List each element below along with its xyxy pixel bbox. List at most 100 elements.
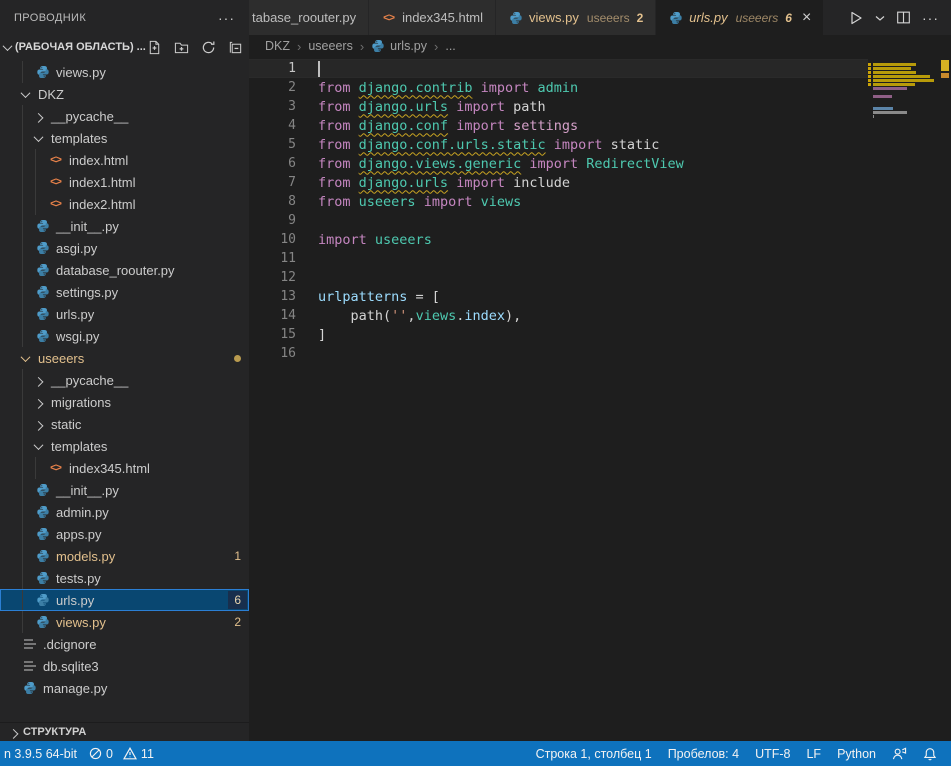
tree-item-__pycache__[interactable]: __pycache__ — [0, 105, 249, 127]
tree-item-index345.html[interactable]: <>index345.html — [0, 457, 249, 479]
tree-item-DKZ[interactable]: DKZ — [0, 83, 249, 105]
tree-item-__init__.py[interactable]: __init__.py — [0, 479, 249, 501]
tab-index345.html[interactable]: <>index345.html — [369, 0, 495, 35]
tree-item-apps.py[interactable]: apps.py — [0, 523, 249, 545]
chevron-down-icon — [3, 41, 13, 51]
tree-item-label: templates — [51, 439, 107, 454]
html-file-icon: <> — [48, 461, 63, 476]
minimap-line — [868, 87, 938, 90]
notifications-bell-icon[interactable] — [917, 741, 943, 766]
code-line-13[interactable]: 13urlpatterns = [ — [249, 287, 868, 306]
tree-item-views.py[interactable]: views.py2 — [0, 611, 249, 633]
tree-item-templates[interactable]: templates — [0, 127, 249, 149]
tab-tabase_roouter.py[interactable]: tabase_roouter.py — [249, 0, 368, 35]
python-file-icon — [508, 10, 523, 25]
tree-item-urls.py[interactable]: urls.py — [0, 303, 249, 325]
breadcrumb-label: urls.py — [390, 39, 427, 53]
tree-item-admin.py[interactable]: admin.py — [0, 501, 249, 523]
code-line-8[interactable]: 8from useeers import views — [249, 192, 868, 211]
close-icon[interactable]: × — [802, 10, 811, 26]
tree-item-index2.html[interactable]: <>index2.html — [0, 193, 249, 215]
indentation-status[interactable]: Пробелов: 4 — [662, 741, 745, 766]
tree-item-views.py[interactable]: views.py — [0, 61, 249, 83]
feedback-icon[interactable] — [886, 741, 913, 766]
line-number: 13 — [249, 289, 296, 304]
python-file-icon — [35, 329, 50, 344]
code-line-7[interactable]: 7from django.urls import include — [249, 173, 868, 192]
tree-item-database_roouter.py[interactable]: database_roouter.py — [0, 259, 249, 281]
chevron-down-icon — [35, 443, 51, 450]
tree-item-__pycache__[interactable]: __pycache__ — [0, 369, 249, 391]
tree-item-wsgi.py[interactable]: wsgi.py — [0, 325, 249, 347]
run-dropdown-chevron-icon[interactable] — [873, 12, 887, 24]
breadcrumb-item-useeers[interactable]: useeers — [308, 39, 352, 53]
run-button[interactable] — [846, 8, 866, 28]
outline-section-header[interactable]: СТРУКТУРА — [0, 722, 249, 741]
problems-status[interactable]: 0 11 — [83, 741, 160, 766]
indent-guide — [22, 149, 35, 171]
code-line-10[interactable]: 10import useeers — [249, 230, 868, 249]
tab-views.py[interactable]: views.pyuseeers2 — [496, 0, 655, 35]
eol-status[interactable]: LF — [800, 741, 827, 766]
tree-item-__init__.py[interactable]: __init__.py — [0, 215, 249, 237]
file-icon — [22, 659, 37, 674]
tree-item-settings.py[interactable]: settings.py — [0, 281, 249, 303]
line-text: from django.views.generic import Redirec… — [318, 156, 684, 172]
code-line-5[interactable]: 5from django.conf.urls.static import sta… — [249, 135, 868, 154]
tree-item-migrations[interactable]: migrations — [0, 391, 249, 413]
tree-item-label: models.py — [56, 549, 115, 564]
explorer-more-actions-icon[interactable]: ··· — [218, 10, 235, 26]
breadcrumb-item-urls.py[interactable]: urls.py — [371, 39, 427, 53]
more-actions-icon[interactable]: ··· — [920, 8, 941, 28]
encoding-status[interactable]: UTF-8 — [749, 741, 796, 766]
tab-urls.py[interactable]: urls.pyuseeers6× — [656, 0, 823, 35]
python-file-icon — [35, 285, 50, 300]
tree-item-models.py[interactable]: models.py1 — [0, 545, 249, 567]
code-line-12[interactable]: 12 — [249, 268, 868, 287]
tree-item-index1.html[interactable]: <>index1.html — [0, 171, 249, 193]
code-line-2[interactable]: 2from django.contrib import admin — [249, 78, 868, 97]
code-line-15[interactable]: 15] — [249, 325, 868, 344]
code-line-6[interactable]: 6 from django.views.generic import Redire… — [249, 154, 868, 173]
tree-item-label: __pycache__ — [51, 109, 128, 124]
code-line-4[interactable]: 4from django.conf import settings — [249, 116, 868, 135]
line-number: 6 — [249, 156, 296, 171]
tree-item-manage.py[interactable]: manage.py — [0, 677, 249, 699]
code-editor[interactable]: 12from django.contrib import admin3from … — [249, 57, 951, 741]
file-tree: views.pyDKZ__pycache__templates<>index.h… — [0, 59, 249, 722]
code-line-3[interactable]: 3from django.urls import path — [249, 97, 868, 116]
cursor-position-status[interactable]: Строка 1, столбец 1 — [530, 741, 658, 766]
code-line-16[interactable]: 16 — [249, 344, 868, 363]
code-line-14[interactable]: 14 path('',views.index), — [249, 306, 868, 325]
indent-guide — [22, 127, 35, 149]
tree-item-urls.py[interactable]: urls.py6 — [0, 589, 249, 611]
code-line-1[interactable]: 1 — [249, 59, 868, 78]
code-line-9[interactable]: 9 — [249, 211, 868, 230]
scrollbar-overview-ruler[interactable] — [938, 57, 951, 741]
line-number: 16 — [249, 346, 296, 361]
tree-item-asgi.py[interactable]: asgi.py — [0, 237, 249, 259]
split-editor-icon[interactable] — [894, 8, 913, 27]
refresh-icon[interactable] — [200, 38, 218, 56]
line-text: from django.contrib import admin — [318, 80, 578, 96]
indent-guide — [22, 369, 35, 391]
tree-item-templates[interactable]: templates — [0, 435, 249, 457]
minimap[interactable] — [868, 59, 938, 123]
breadcrumb-item-...[interactable]: ... — [445, 39, 455, 53]
tree-item-.dcignore[interactable]: .dcignore — [0, 633, 249, 655]
python-file-icon — [35, 505, 50, 520]
new-file-icon[interactable] — [146, 38, 164, 56]
problems-badge: 2 — [234, 615, 241, 629]
breadcrumb-item-DKZ[interactable]: DKZ — [265, 39, 290, 53]
language-mode-status[interactable]: Python — [831, 741, 882, 766]
code-line-11[interactable]: 11 — [249, 249, 868, 268]
collapse-all-icon[interactable] — [227, 38, 245, 56]
new-folder-icon[interactable] — [173, 38, 191, 56]
tree-item-static[interactable]: static — [0, 413, 249, 435]
workspace-section-header[interactable]: (РАБОЧАЯ ОБЛАСТЬ) ... — [0, 35, 249, 59]
tree-item-tests.py[interactable]: tests.py — [0, 567, 249, 589]
tree-item-index.html[interactable]: <>index.html — [0, 149, 249, 171]
tree-item-db.sqlite3[interactable]: db.sqlite3 — [0, 655, 249, 677]
python-interpreter-status[interactable]: n 3.9.5 64-bit — [0, 741, 83, 766]
tree-item-useeers[interactable]: useeers — [0, 347, 249, 369]
